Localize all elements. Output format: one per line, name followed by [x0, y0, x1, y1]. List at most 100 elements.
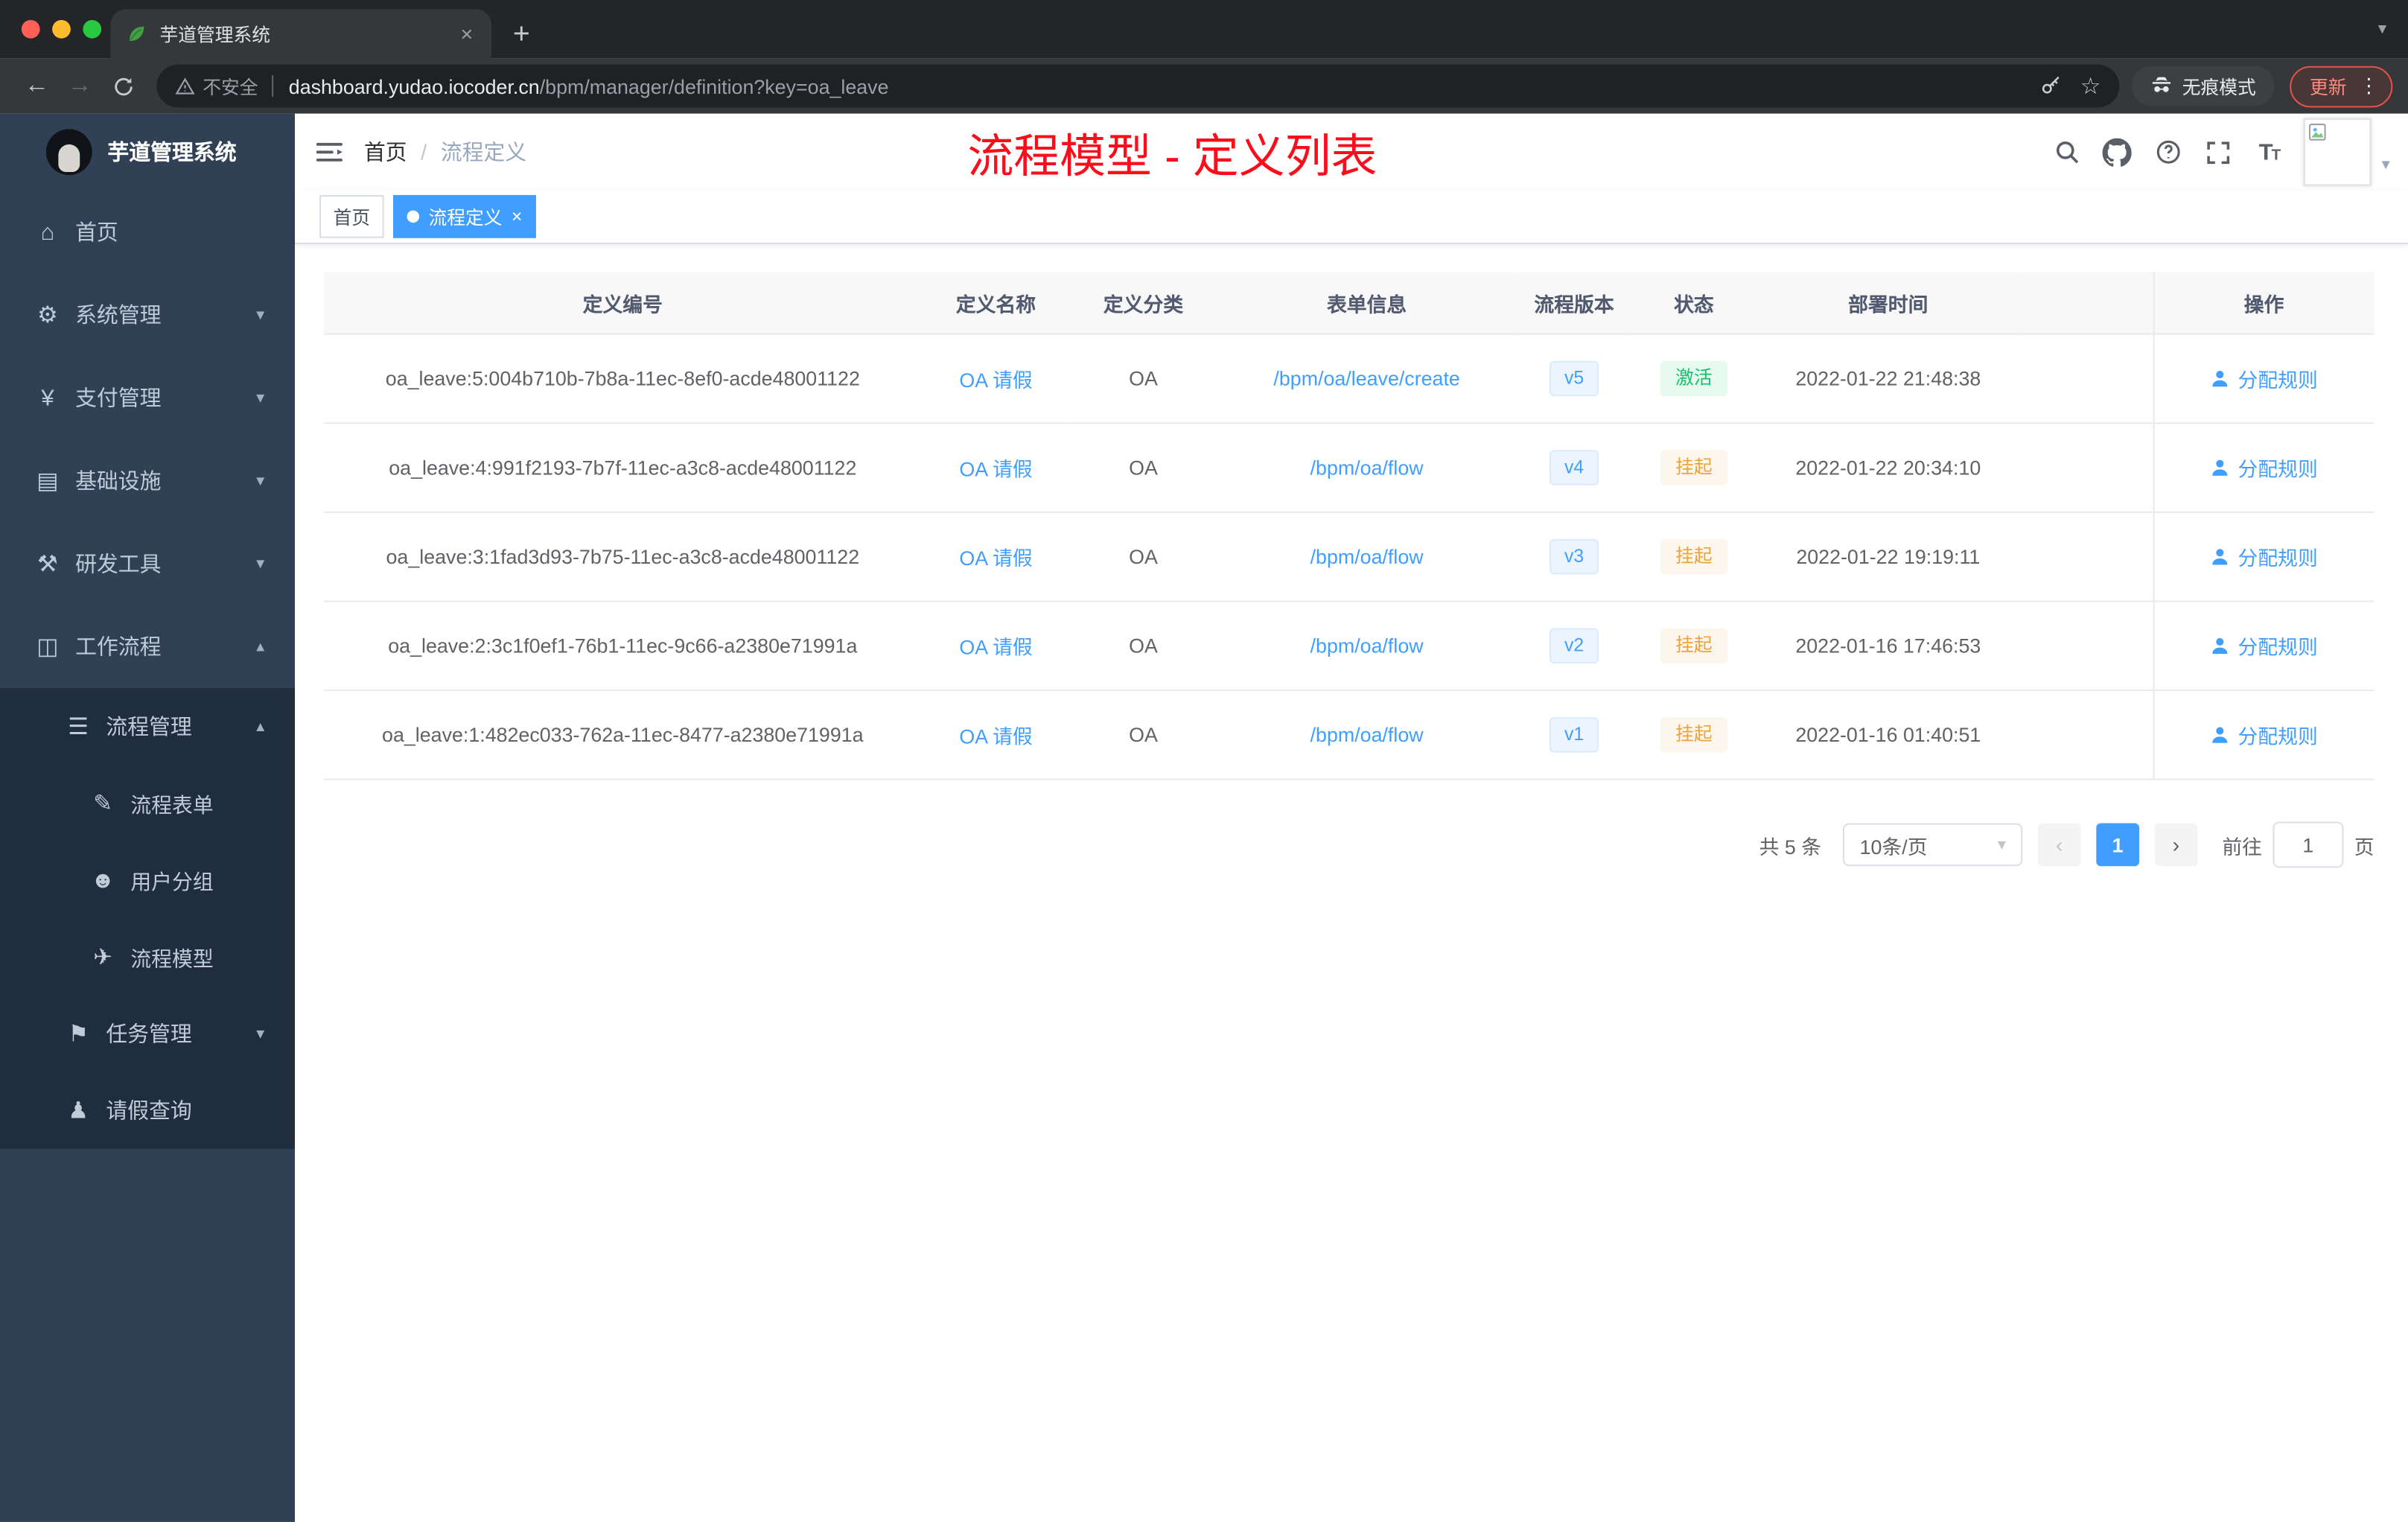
sidebar-item[interactable]: ▤ 基础设施 ▼ [0, 439, 295, 522]
sidebar-item[interactable]: ⚙ 系统管理 ▼ [0, 273, 295, 356]
chevron-icon: ▼ [253, 1025, 267, 1042]
page-number-button[interactable]: 1 [2096, 823, 2139, 867]
definition-name-link[interactable]: OA 请假 [959, 547, 1032, 570]
goto-page-input[interactable] [2272, 821, 2344, 868]
table-row: oa_leave:4:991f2193-7b7f-11ec-a3c8-acde4… [324, 423, 2374, 513]
assign-rule-link[interactable]: 分配规则 [2210, 720, 2318, 749]
form-info-link[interactable]: /bpm/oa/flow [1310, 545, 1424, 568]
page-content: 定义编号 定义名称 定义分类 表单信息 流程版本 状态 部署时间 操作 oa_l… [295, 244, 2408, 1522]
favicon-leaf-icon [129, 26, 144, 42]
browser-tab-strip: 芋道管理系统 × + ▾ [0, 0, 2408, 59]
person-icon [2212, 459, 2228, 476]
minimize-window-button[interactable] [52, 19, 71, 39]
total-count: 共 5 条 [1759, 834, 1822, 858]
tag-home[interactable]: 首页 [319, 194, 384, 238]
form-info-link[interactable]: /bpm/oa/flow [1310, 456, 1424, 480]
browser-menu-kebab-icon[interactable]: ⋮ [2359, 74, 2379, 98]
address-bar[interactable]: 不安全 dashboard.yudao.iocoder.cn/bpm/manag… [156, 64, 2120, 108]
chevron-icon: ▼ [253, 555, 267, 572]
app-logo[interactable]: 芋道管理系统 [0, 114, 295, 191]
definition-name-link[interactable]: OA 请假 [959, 369, 1032, 392]
deploy-time: 2022-01-22 20:34:10 [1756, 423, 2020, 513]
column-header: 部署时间 [1756, 272, 2020, 335]
tag-process-definition[interactable]: 流程定义 × [393, 194, 536, 238]
sidebar-item[interactable]: ◫ 工作流程 ▲ [0, 605, 295, 688]
close-window-button[interactable] [21, 19, 40, 39]
sidebar-item[interactable]: ¥ 支付管理 ▼ [0, 357, 295, 439]
update-chrome-button[interactable]: 更新 ⋮ [2290, 65, 2393, 107]
select-chevron-down-icon: ▼ [1995, 837, 2009, 853]
zoom-window-button[interactable] [83, 19, 102, 39]
browser-tab[interactable]: 芋道管理系统 × [110, 9, 491, 59]
prev-page-button[interactable]: ‹ [2037, 823, 2081, 867]
sidebar-item[interactable]: ☻ 用户分组 [0, 841, 295, 919]
workflow-icon: ◫ [36, 634, 59, 660]
sidebar-item-label: 任务管理 [106, 1021, 192, 1046]
deploy-time: 2022-01-22 21:48:38 [1756, 334, 2020, 424]
task-icon: ⚑ [68, 1021, 89, 1048]
sidebar-item[interactable]: ✎ 流程表单 [0, 765, 295, 842]
refresh-button[interactable] [101, 65, 144, 108]
sidebar-item[interactable]: ⚒ 研发工具 ▼ [0, 522, 295, 605]
avatar-caret-down-icon[interactable]: ▼ [2379, 156, 2392, 172]
incognito-spy-icon [2152, 76, 2171, 92]
form-info-link[interactable]: /bpm/oa/leave/create [1273, 367, 1459, 390]
definition-name-link[interactable]: OA 请假 [959, 636, 1032, 659]
app-title: 芋道管理系统 [107, 139, 237, 165]
new-tab-button[interactable]: + [513, 20, 530, 49]
page-size-select[interactable]: 10条/页 ▼ [1842, 823, 2023, 867]
bookmark-star-icon[interactable]: ☆ [2080, 72, 2101, 100]
assign-rule-label: 分配规则 [2237, 369, 2318, 392]
github-icon[interactable] [2092, 137, 2142, 167]
definition-id: oa_leave:1:482ec033-762a-11ec-8477-a2380… [324, 690, 922, 780]
font-size-icon[interactable]: TT [2243, 139, 2294, 165]
next-page-button[interactable]: › [2154, 823, 2198, 867]
tab-search-chevron-icon[interactable]: ▾ [2378, 19, 2386, 39]
chevron-icon: ▲ [253, 719, 267, 734]
users-icon: ☻ [90, 867, 115, 894]
window-controls [21, 19, 102, 39]
table-row: oa_leave:3:1fad3d93-7b75-11ec-a3c8-acde4… [324, 512, 2374, 602]
definition-name-link[interactable]: OA 请假 [959, 725, 1032, 748]
person-icon: ♟ [68, 1098, 89, 1124]
password-key-icon[interactable] [2039, 74, 2062, 98]
definition-table: 定义编号 定义名称 定义分类 表单信息 流程版本 状态 部署时间 操作 oa_l… [324, 272, 2374, 780]
filler-cell [2019, 690, 2153, 780]
sidebar-item-label: 支付管理 [75, 385, 162, 410]
form-info-link[interactable]: /bpm/oa/flow [1310, 634, 1424, 657]
back-button[interactable]: ← [16, 65, 59, 108]
sidebar-item-label: 流程管理 [106, 714, 192, 739]
search-icon[interactable] [2041, 138, 2092, 166]
forward-button[interactable]: → [58, 65, 101, 108]
tag-close-icon[interactable]: × [512, 206, 522, 227]
form-info-link[interactable]: /bpm/oa/flow [1310, 723, 1424, 746]
table-body: oa_leave:5:004b710b-7b8a-11ec-8ef0-acde4… [324, 334, 2374, 780]
filler-column [2019, 272, 2153, 335]
hamburger-icon[interactable] [295, 141, 364, 163]
assign-rule-link[interactable]: 分配规则 [2210, 364, 2318, 393]
assign-rule-link[interactable]: 分配规则 [2210, 542, 2318, 571]
breadcrumb-home-link[interactable]: 首页 [364, 137, 407, 168]
fullscreen-icon[interactable] [2193, 139, 2243, 165]
omnibox-divider [272, 75, 274, 97]
assign-rule-link[interactable]: 分配规则 [2210, 631, 2318, 660]
sidebar-item[interactable]: ♟ 请假查询 [0, 1072, 295, 1149]
column-header: 表单信息 [1216, 272, 1517, 335]
sidebar-item[interactable]: ⌂ 首页 [0, 191, 295, 273]
column-header: 操作 [2152, 272, 2374, 335]
sidebar-item[interactable]: ☰ 流程管理 ▲ [0, 688, 295, 765]
active-tag-dot [407, 210, 420, 223]
breadcrumb-separator: / [421, 139, 427, 165]
help-question-icon[interactable] [2142, 138, 2193, 166]
form-icon: ✎ [93, 791, 113, 818]
definition-name-link[interactable]: OA 请假 [959, 458, 1032, 481]
user-avatar[interactable] [2303, 118, 2372, 186]
table-row: oa_leave:1:482ec033-762a-11ec-8477-a2380… [324, 690, 2374, 780]
assign-rule-link[interactable]: 分配规则 [2210, 453, 2318, 482]
definition-category: OA [1070, 334, 1217, 424]
sidebar-item[interactable]: ⚑ 任务管理 ▼ [0, 995, 295, 1072]
incognito-badge[interactable]: 无痕模式 [2131, 66, 2275, 106]
sidebar-item[interactable]: ✈ 流程模型 [0, 918, 295, 996]
page-size-value: 10条/页 [1859, 834, 1928, 858]
tab-close-icon[interactable]: × [457, 22, 476, 46]
